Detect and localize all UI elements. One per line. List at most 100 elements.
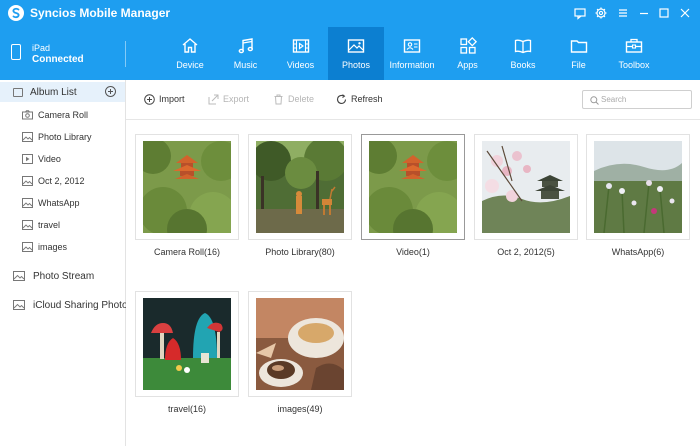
sidebar-item-photo-library[interactable]: Photo Library — [0, 127, 125, 147]
sidebar-item-label: Photo Library — [38, 132, 92, 142]
film-icon — [292, 39, 309, 53]
refresh-button[interactable]: Refresh — [336, 93, 398, 107]
image-icon — [22, 132, 33, 142]
sidebar: Album List Camera Roll Photo Library Vid… — [0, 80, 128, 446]
home-icon — [182, 38, 198, 53]
minimize-icon[interactable] — [637, 6, 651, 20]
album-caption: images(49) — [277, 404, 323, 414]
album-thumbnail — [482, 141, 570, 233]
music-note-icon — [238, 38, 253, 54]
sidebar-item-camera-roll[interactable]: Camera Roll — [0, 105, 125, 125]
album-caption: WhatsApp(6) — [611, 247, 665, 257]
album-caption: Camera Roll(16) — [153, 247, 221, 257]
device-status: Connected — [32, 54, 84, 65]
album-thumbnail — [256, 141, 344, 233]
album-tile-photo-library[interactable]: Photo Library(80) — [248, 134, 352, 269]
device-panel: iPad Connected — [0, 27, 125, 80]
album-tile-travel[interactable]: travel(16) — [135, 291, 239, 426]
album-thumbnail — [594, 141, 682, 233]
album-tile-whatsapp[interactable]: WhatsApp(6) — [586, 134, 690, 269]
album-frame — [135, 134, 239, 240]
tab-videos-label: Videos — [286, 60, 315, 70]
image-icon — [22, 176, 33, 186]
photo-stream-label: Photo Stream — [33, 271, 95, 282]
album-tile-video[interactable]: Video(1) — [361, 134, 465, 269]
sidebar-item-icloud-sharing[interactable]: iCloud Sharing Photo — [0, 295, 128, 315]
album-caption: Oct 2, 2012(5) — [497, 247, 555, 257]
album-list-header[interactable]: Album List — [0, 82, 125, 102]
maximize-icon[interactable] — [657, 6, 671, 20]
album-caption: Video(1) — [396, 247, 430, 257]
sidebar-item-label: travel — [38, 220, 61, 230]
contact-card-icon — [403, 39, 421, 53]
tab-toolbox[interactable]: Toolbox — [606, 27, 662, 80]
delete-label: Delete — [288, 94, 315, 104]
album-grid: Camera Roll(16) Photo Library(80) Video(… — [126, 121, 700, 446]
album-tile-images[interactable]: images(49) — [248, 291, 352, 426]
tab-information[interactable]: Information — [384, 27, 440, 80]
sidebar-item-photo-stream[interactable]: Photo Stream — [0, 266, 125, 286]
export-button[interactable]: Export — [208, 93, 270, 107]
tab-photos[interactable]: Photos — [328, 27, 384, 80]
album-thumbnail — [256, 298, 344, 390]
toolbar: Import Export Delete Refresh — [126, 80, 700, 120]
image-icon — [22, 198, 33, 208]
tab-music-label: Music — [233, 60, 258, 70]
open-book-icon — [514, 39, 532, 54]
sidebar-item-video[interactable]: Video — [0, 149, 125, 169]
tab-apps-label: Apps — [457, 60, 478, 70]
tab-videos[interactable]: Videos — [273, 27, 328, 80]
album-frame — [248, 291, 352, 397]
photo-icon — [347, 39, 365, 53]
image-icon — [22, 242, 33, 252]
settings-icon[interactable] — [594, 6, 608, 20]
sidebar-item-whatsapp[interactable]: WhatsApp — [0, 193, 125, 213]
album-caption: Photo Library(80) — [265, 247, 335, 257]
album-frame — [135, 291, 239, 397]
tab-books[interactable]: Books — [495, 27, 551, 80]
sidebar-item-travel[interactable]: travel — [0, 215, 125, 235]
icloud-photo-icon — [13, 300, 25, 310]
sidebar-item-label: Oct 2, 2012 — [38, 176, 85, 186]
search-icon — [590, 96, 599, 105]
trash-icon — [274, 94, 283, 105]
sidebar-item-images[interactable]: images — [0, 237, 125, 257]
tab-device[interactable]: Device — [162, 27, 218, 80]
add-album-button[interactable] — [105, 86, 116, 97]
tab-information-label: Information — [389, 60, 435, 70]
toolbox-icon — [625, 38, 643, 53]
feedback-icon[interactable] — [573, 6, 587, 20]
album-tile-camera-roll[interactable]: Camera Roll(16) — [135, 134, 239, 269]
close-icon[interactable] — [678, 6, 692, 20]
album-tile-oct-2-2012[interactable]: Oct 2, 2012(5) — [474, 134, 578, 269]
menu-icon[interactable] — [616, 6, 630, 20]
syncios-logo-icon — [8, 5, 24, 21]
album-thumbnail — [143, 298, 231, 390]
album-frame — [474, 134, 578, 240]
album-thumbnail — [369, 141, 457, 233]
tab-apps[interactable]: Apps — [440, 27, 495, 80]
device-name: iPad — [32, 43, 51, 53]
tab-file[interactable]: File — [551, 27, 606, 80]
delete-button[interactable]: Delete — [273, 93, 333, 107]
tab-device-label: Device — [176, 60, 204, 70]
icloud-sharing-label: iCloud Sharing Photo — [33, 300, 128, 311]
export-icon — [208, 94, 219, 105]
tablet-icon — [11, 44, 21, 60]
search-input[interactable] — [601, 93, 689, 106]
search-box[interactable] — [582, 90, 692, 109]
album-caption: travel(16) — [167, 404, 206, 414]
refresh-label: Refresh — [351, 94, 383, 104]
sidebar-item-oct-2-2012[interactable]: Oct 2, 2012 — [0, 171, 125, 191]
album-frame — [586, 134, 690, 240]
sidebar-item-label: WhatsApp — [38, 198, 80, 208]
camera-icon — [22, 110, 33, 120]
import-label: Import — [159, 94, 185, 104]
tab-books-label: Books — [510, 60, 536, 70]
tab-music[interactable]: Music — [218, 27, 273, 80]
album-frame — [248, 134, 352, 240]
app-header: Syncios Mobile Manager iPad Connected De… — [0, 0, 700, 80]
export-label: Export — [223, 94, 250, 104]
import-button[interactable]: Import — [144, 93, 206, 107]
apps-grid-icon — [459, 36, 477, 54]
